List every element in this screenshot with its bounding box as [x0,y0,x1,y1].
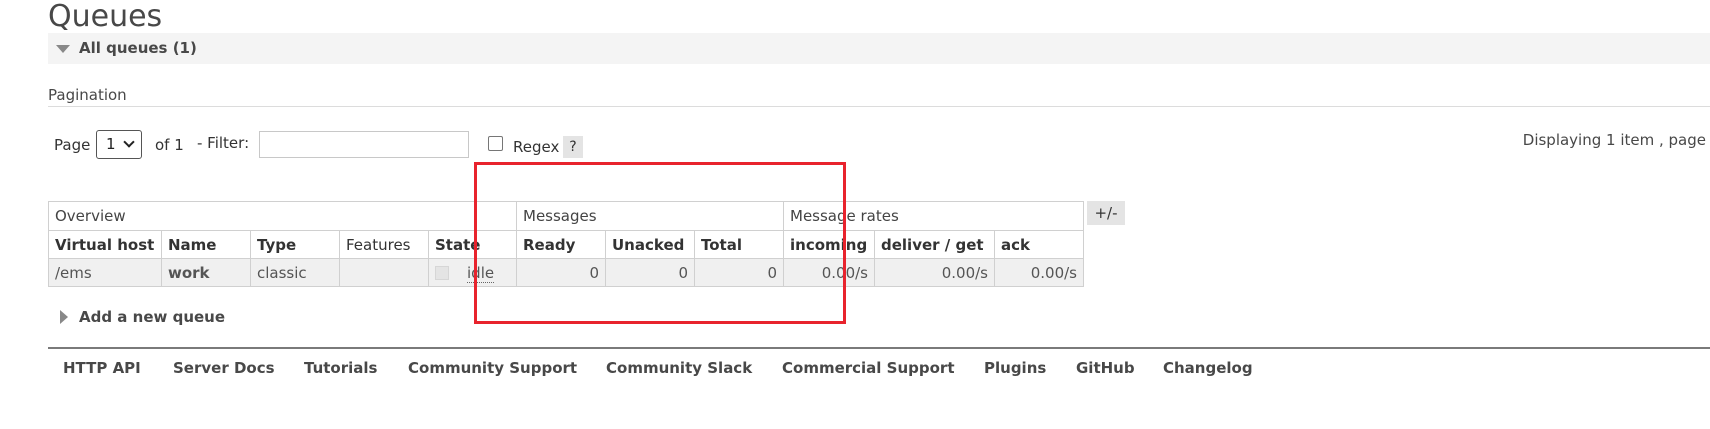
expand-arrow-icon [60,310,68,324]
footer-divider [48,347,1710,349]
cell-state: idle [428,258,517,287]
footer-link-changelog[interactable]: Changelog [1163,359,1253,377]
table-row: /ems work classic idle 0 0 0 0.00/s 0.00… [48,258,1084,287]
page-select-value: 1 [106,135,116,153]
cell-incoming: 0.00/s [783,258,875,287]
page-select[interactable]: 1 [96,130,142,159]
footer-link-commercial-support[interactable]: Commercial Support [782,359,955,377]
cell-unacked: 0 [605,258,695,287]
page-count-label: of 1 [155,136,184,154]
col-features: Features [339,230,429,259]
state-indicator-icon [435,266,449,280]
chevron-down-icon [123,136,135,148]
queue-name-link[interactable]: work [161,258,251,287]
column-header-row: Virtual host Name Type Features State Re… [48,230,1084,259]
col-ready[interactable]: Ready [516,230,606,259]
all-queues-section-header[interactable]: All queues (1) [48,33,1710,64]
page-label: Page [54,136,91,154]
section-title: All queues (1) [79,39,197,57]
regex-label: Regex [513,138,560,156]
queues-table: Overview Messages Message rates Virtual … [48,201,1084,287]
cell-features [339,258,429,287]
regex-help-button[interactable]: ? [563,136,583,158]
footer-link-tutorials[interactable]: Tutorials [304,359,377,377]
footer-link-server-docs[interactable]: Server Docs [173,359,275,377]
cell-ack: 0.00/s [994,258,1084,287]
column-group-row: Overview Messages Message rates [48,201,1084,231]
cell-deliver-get: 0.00/s [874,258,995,287]
page-title: Queues [48,0,163,34]
displaying-items-text: Displaying 1 item , page [1522,131,1706,149]
footer-link-community-slack[interactable]: Community Slack [606,359,752,377]
col-incoming[interactable]: incoming [783,230,875,259]
filter-label: - Filter: [197,134,250,152]
group-overview: Overview [48,201,517,231]
col-name[interactable]: Name [161,230,251,259]
group-messages: Messages [516,201,784,231]
cell-ready: 0 [516,258,606,287]
cell-type: classic [250,258,340,287]
col-virtual-host[interactable]: Virtual host [48,230,162,259]
column-toggle-button[interactable]: +/- [1087,201,1125,225]
cell-total: 0 [694,258,784,287]
pagination-divider [48,106,1710,107]
footer-link-http-api[interactable]: HTTP API [63,359,141,377]
add-new-queue-toggle[interactable]: Add a new queue [79,308,225,326]
regex-checkbox[interactable] [488,136,503,151]
col-unacked[interactable]: Unacked [605,230,695,259]
state-text: idle [467,263,495,283]
col-ack[interactable]: ack [994,230,1084,259]
col-total[interactable]: Total [694,230,784,259]
col-deliver-get[interactable]: deliver / get [874,230,995,259]
col-state[interactable]: State [428,230,517,259]
footer-link-github[interactable]: GitHub [1076,359,1135,377]
filter-input[interactable] [259,131,469,158]
footer-link-community-support[interactable]: Community Support [408,359,577,377]
collapse-arrow-icon [56,45,70,53]
cell-virtual-host: /ems [48,258,162,287]
footer-link-plugins[interactable]: Plugins [984,359,1046,377]
group-message-rates: Message rates [783,201,1084,231]
col-type[interactable]: Type [250,230,340,259]
pagination-label: Pagination [48,86,127,104]
